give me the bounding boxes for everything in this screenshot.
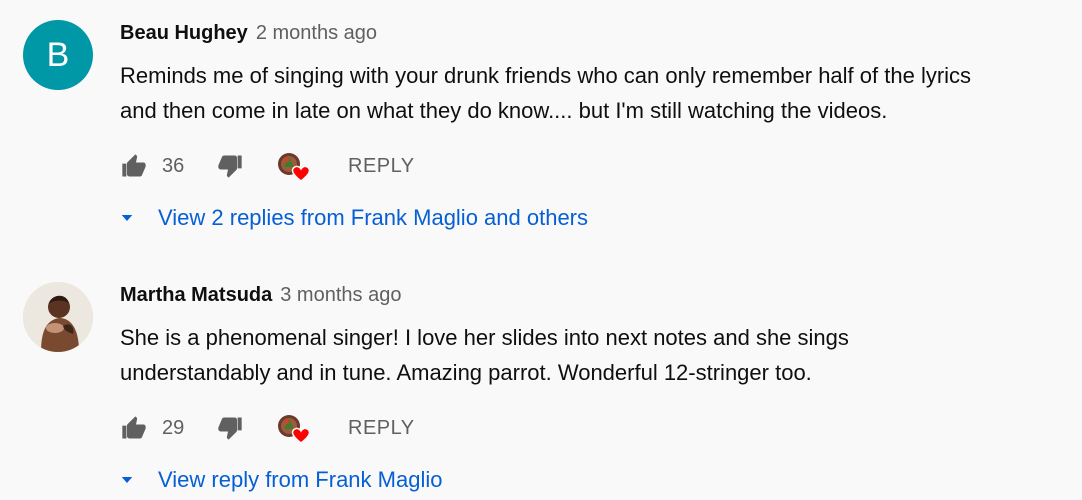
comment-timestamp[interactable]: 2 months ago: [256, 22, 377, 45]
comment-actions: 36 REPLY: [120, 148, 720, 184]
creator-heart-icon: [278, 153, 311, 182]
like-button[interactable]: [120, 148, 148, 184]
author-name[interactable]: Martha Matsuda: [120, 284, 272, 307]
comment-line: understandably and in tune. Amazing parr…: [120, 360, 812, 385]
comment-text: She is a phenomenal singer! I love her s…: [120, 320, 1080, 390]
view-replies-label: View reply from Frank Maglio: [158, 467, 443, 492]
chevron-down-icon: [121, 477, 133, 483]
like-count: 36: [162, 154, 185, 177]
creator-heart-badge[interactable]: [276, 148, 316, 184]
reply-button[interactable]: REPLY: [348, 148, 415, 184]
thumb-down-icon: [218, 417, 242, 440]
comment-line: Reminds me of singing with your drunk fr…: [120, 63, 972, 88]
creator-heart-badge[interactable]: [276, 410, 316, 446]
view-replies-label: View 2 replies from Frank Maglio and oth…: [158, 205, 589, 230]
like-button[interactable]: [120, 410, 148, 446]
thumb-up-icon: [122, 154, 146, 177]
thumb-up-icon: [122, 416, 146, 439]
view-replies-button[interactable]: View 2 replies from Frank Maglio and oth…: [118, 200, 588, 236]
comment-header: Martha Matsuda 3 months ago: [120, 284, 401, 314]
chevron-down-icon: [121, 215, 133, 221]
view-replies-button[interactable]: View reply from Frank Maglio: [118, 462, 442, 498]
comment-line: She is a phenomenal singer! I love her s…: [120, 325, 849, 350]
dislike-button[interactable]: [216, 410, 244, 446]
comment-header: Beau Hughey 2 months ago: [120, 22, 377, 52]
thumb-down-icon: [218, 155, 242, 178]
avatar[interactable]: [23, 282, 93, 352]
reply-button[interactable]: REPLY: [348, 410, 415, 446]
creator-heart-icon: [278, 415, 311, 444]
like-count: 29: [162, 416, 185, 439]
author-name[interactable]: Beau Hughey: [120, 22, 248, 45]
avatar-letter: B: [46, 35, 70, 74]
comment-line: and then come in late on what they do kn…: [120, 98, 888, 123]
comment-text: Reminds me of singing with your drunk fr…: [120, 58, 1080, 128]
avatar[interactable]: B: [23, 20, 93, 90]
dislike-button[interactable]: [216, 148, 244, 184]
comment-timestamp[interactable]: 3 months ago: [280, 284, 401, 307]
avatar-photo: [23, 282, 93, 352]
comment-actions: 29 REPLY: [120, 410, 720, 446]
